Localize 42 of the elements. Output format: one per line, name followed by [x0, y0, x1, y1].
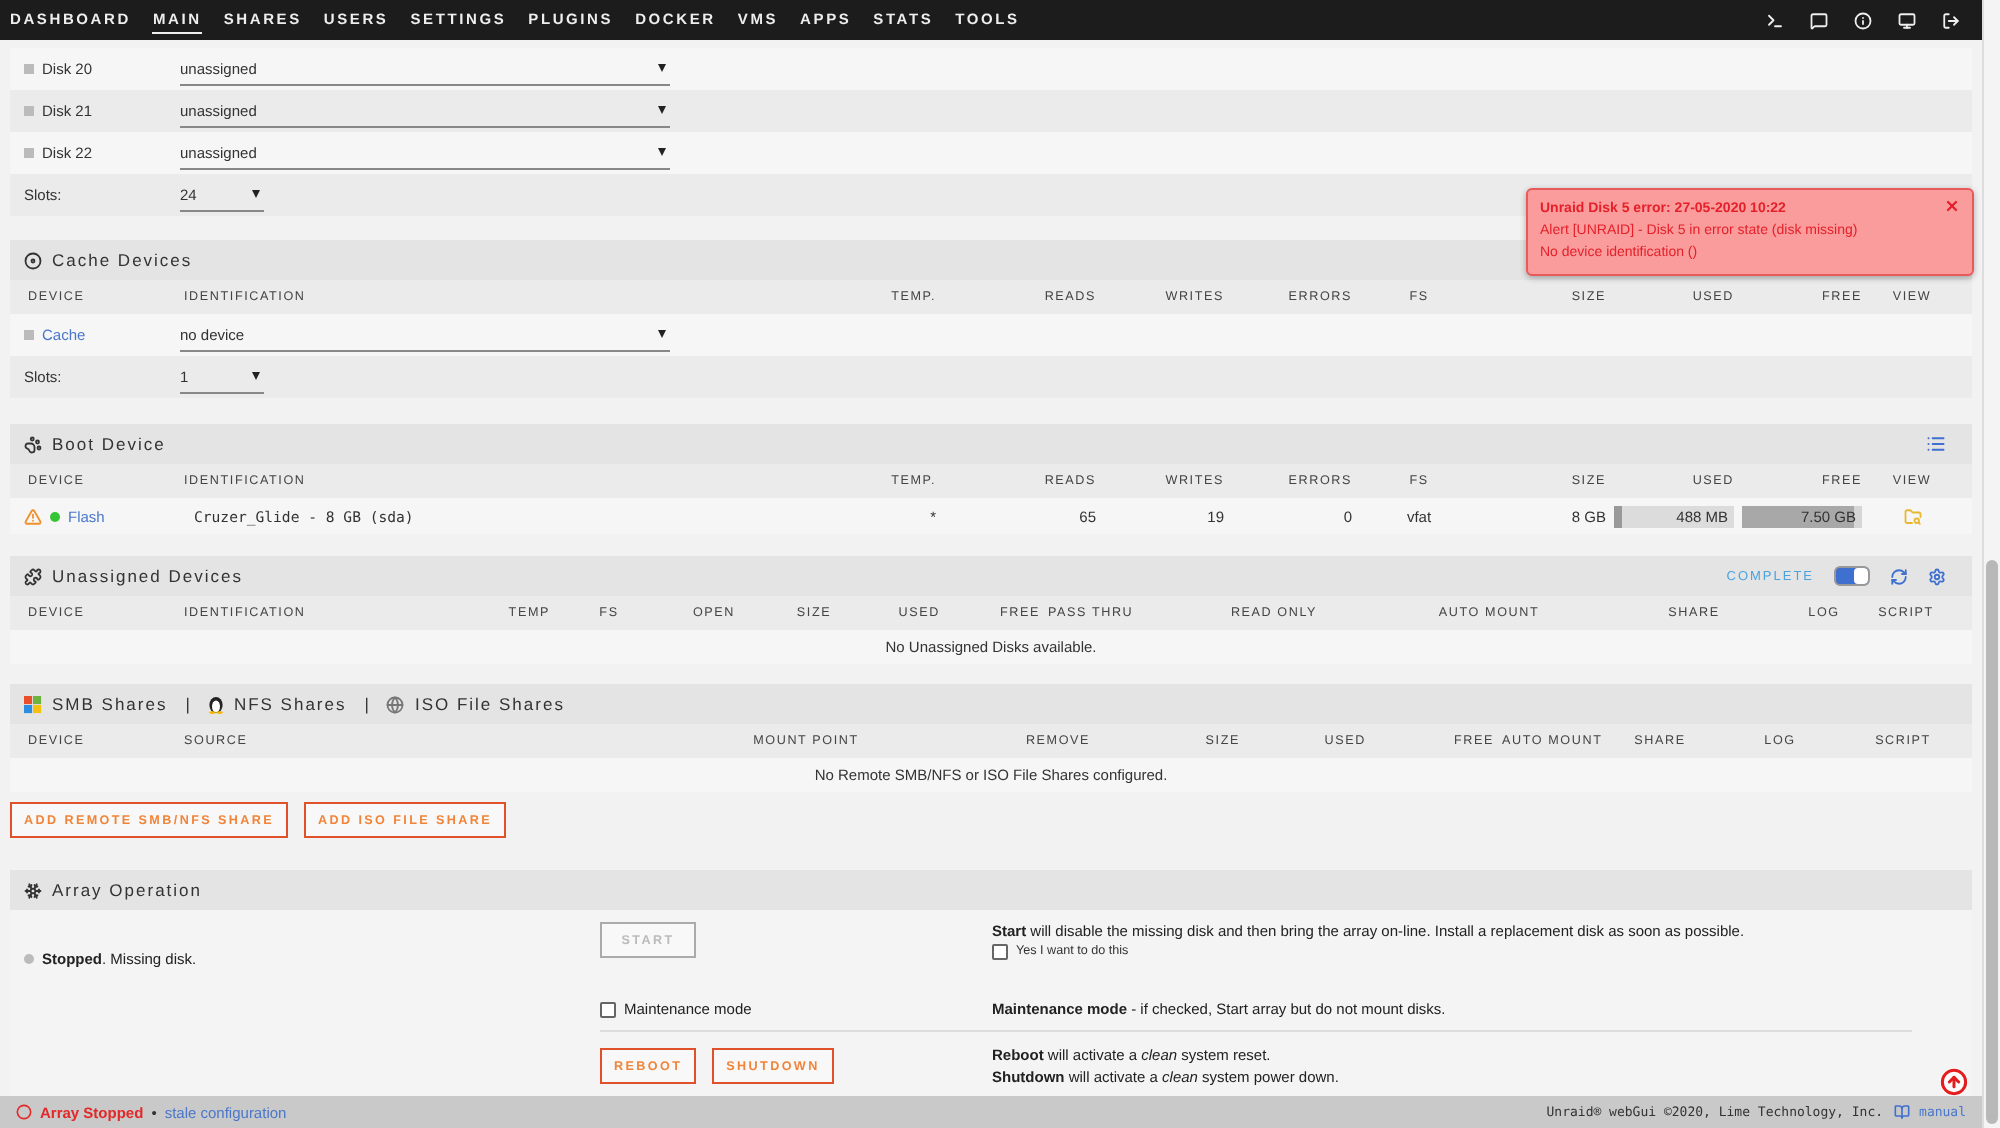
status-dot [24, 953, 34, 963]
section-title: Unassigned Devices [52, 566, 243, 586]
info-icon[interactable] [1854, 11, 1873, 29]
section-title: Array Operation [52, 880, 202, 900]
disc-icon [24, 251, 42, 269]
status-square-icon [24, 330, 34, 340]
title-separator: | [364, 694, 369, 714]
section-title: SMB Shares [52, 694, 168, 714]
status-square-icon [24, 106, 34, 116]
caret-icon [658, 148, 666, 156]
title-separator: | [185, 694, 190, 714]
status-square-icon [24, 148, 34, 158]
circle-icon [16, 1104, 32, 1120]
section-title: NFS Shares [233, 694, 347, 714]
section-title: Boot Device [52, 434, 166, 454]
warning-icon [24, 507, 42, 525]
puzzle-icon [24, 567, 42, 585]
monitor-icon[interactable] [1898, 11, 1917, 29]
paw-icon [24, 435, 42, 453]
settings-icon[interactable] [1928, 567, 1947, 585]
status-square-icon [24, 64, 34, 74]
chat-icon[interactable] [1810, 11, 1829, 29]
maintenance-checkbox[interactable] [600, 1001, 616, 1017]
snowflake-icon [24, 881, 42, 899]
confirm-checkbox[interactable] [992, 943, 1008, 959]
terminal-icon[interactable] [1766, 11, 1785, 29]
caret-icon [658, 106, 666, 114]
caret-icon [252, 190, 260, 198]
globe-icon [386, 695, 405, 713]
caret-icon [658, 330, 666, 338]
toggle-switch[interactable] [1834, 566, 1871, 586]
list-icon[interactable] [1926, 434, 1947, 454]
section-title: ISO File Shares [414, 694, 565, 714]
scrollbar[interactable] [1982, 0, 2000, 1128]
flag-icon [24, 695, 42, 713]
book-icon [1893, 1104, 1910, 1120]
caret-icon [252, 372, 260, 380]
penguin-icon [207, 694, 224, 714]
section-title: Cache Devices [52, 250, 193, 270]
refresh-icon[interactable] [1890, 567, 1909, 585]
logout-icon[interactable] [1942, 11, 1961, 29]
caret-icon [658, 64, 666, 72]
